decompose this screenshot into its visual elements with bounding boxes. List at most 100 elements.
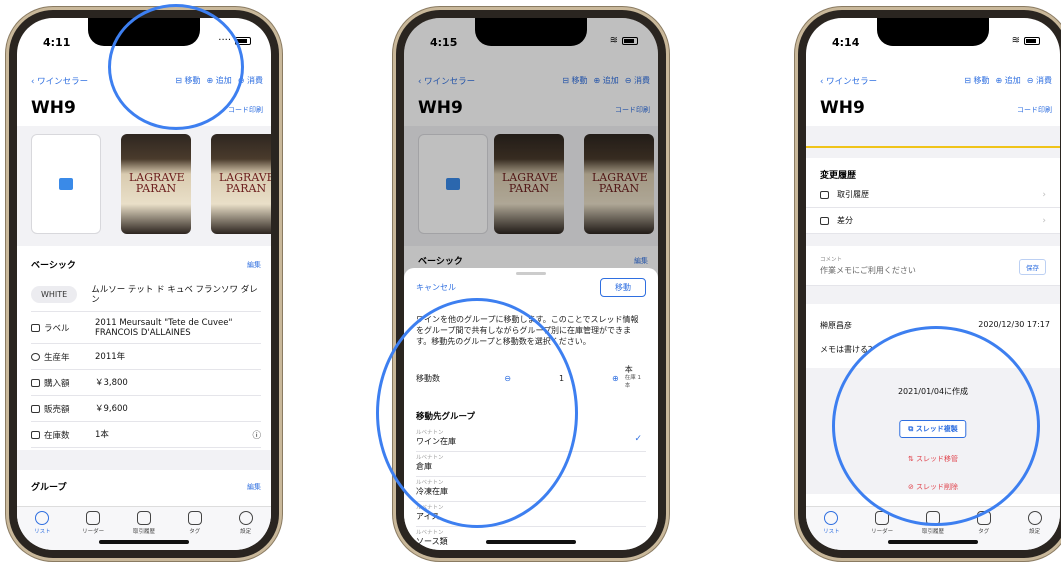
notch xyxy=(877,18,989,46)
move-thread-button[interactable]: ⇅ スレッド移管 xyxy=(806,454,1060,464)
wine-name-row: WHITE ムルソー テット ド キュベ フランソワ ダレン xyxy=(31,278,261,312)
copy-thread-button[interactable]: ⧉ スレッド複製 xyxy=(899,420,967,438)
tab-history[interactable]: 取引履歴 xyxy=(913,511,953,550)
transfer-icon: ⇅ xyxy=(907,455,917,463)
tab-reader[interactable]: リーダー xyxy=(73,511,113,550)
tab-reader[interactable]: リーダー xyxy=(862,511,902,550)
quantity-label: 移動数 xyxy=(416,373,440,383)
quantity-value: 1 xyxy=(558,373,565,383)
consume-button[interactable]: ⊖ 消費 xyxy=(1027,75,1052,86)
tag-icon xyxy=(187,511,202,525)
label-icon xyxy=(31,323,40,332)
list-icon xyxy=(824,511,839,525)
tab-history[interactable]: 取引履歴 xyxy=(124,511,164,550)
photo-icon xyxy=(59,178,73,190)
screen-1: 4:11 ···· ‹ ワインセラー ⊟ 移動 ⊕ 追加 ⊖ 消費 WH9 コー… xyxy=(17,18,271,550)
tray-icon xyxy=(925,511,940,525)
destination-header: 移動先グループ xyxy=(416,412,475,422)
history-header: 変更履歴 xyxy=(820,171,857,181)
consume-button[interactable]: ⊖ 消費 xyxy=(238,75,263,86)
tab-tag[interactable]: タグ xyxy=(964,511,1004,550)
basic-header: ベーシック xyxy=(31,261,76,271)
comment-input[interactable]: 作業メモにご利用ください xyxy=(820,265,916,276)
more-icon xyxy=(1027,511,1042,525)
label-row: ラベル 2011 Meursault "Tete de Cuvee" FRANCO… xyxy=(31,312,261,344)
destination-item[interactable]: ルベナトン アイス xyxy=(416,503,646,527)
clock-icon xyxy=(31,352,40,361)
move-button[interactable]: ⊟ 移動 xyxy=(175,75,200,86)
tab-settings[interactable]: 設定 xyxy=(1015,511,1055,550)
decrement-button[interactable]: ⊖ xyxy=(504,374,511,383)
tray-icon xyxy=(820,190,829,199)
move-button[interactable]: ⊟ 移動 xyxy=(964,75,989,86)
home-indicator xyxy=(888,540,978,544)
back-button[interactable]: ‹ ワインセラー xyxy=(820,75,877,87)
battery-icon xyxy=(1024,36,1040,45)
comment-box[interactable]: コメント 作業メモにご利用ください 保存 xyxy=(806,246,1060,286)
nav-bar: ‹ ワインセラー ⊟ 移動 ⊕ 追加 ⊖ 消費 xyxy=(17,72,271,92)
home-indicator xyxy=(486,540,576,544)
page-title: WH9 xyxy=(31,98,76,118)
wine-name: ムルソー テット ド キュベ フランソワ ダレン xyxy=(91,284,258,305)
clock: 4:14 xyxy=(832,36,860,49)
delete-icon: ⊘ xyxy=(907,483,917,491)
print-code-button[interactable]: コード印刷 xyxy=(1017,105,1052,115)
stock-note: 在庫 1本 xyxy=(624,375,641,389)
quantity-row: 移動数 ⊖ 1 ⊕ 本 在庫 1本 xyxy=(416,366,646,390)
destination-item[interactable]: ルベナトン ソース類 xyxy=(416,528,646,550)
stock-row: 在庫数 1本 ⓘ xyxy=(31,422,261,448)
move-description: ワインを他のグループに移動します。このことでスレッド情報をグループ間で共有しなが… xyxy=(416,315,639,346)
clock: 4:15 xyxy=(430,36,458,49)
destination-item[interactable]: ルベナトン ワイン在庫 ✓ xyxy=(416,428,646,452)
checkmark-icon: ✓ xyxy=(634,434,642,444)
tab-tag[interactable]: タグ xyxy=(175,511,215,550)
box-icon xyxy=(31,430,40,439)
destination-item[interactable]: ルベナトン 冷凍在庫 xyxy=(416,478,646,502)
increment-button[interactable]: ⊕ xyxy=(612,374,619,383)
wallet-icon xyxy=(31,378,40,387)
delete-thread-button[interactable]: ⊘ スレッド削除 xyxy=(806,482,1060,492)
wifi-icon: ≋ xyxy=(1011,35,1020,46)
comment-label: コメント xyxy=(820,257,843,263)
edit-basic-button[interactable]: 編集 xyxy=(247,260,261,270)
transaction-history-row[interactable]: 取引履歴 › xyxy=(806,182,1060,208)
wine-photo[interactable]: LAGRAVE PARAN xyxy=(121,134,191,234)
confirm-move-button[interactable]: 移動 xyxy=(600,278,646,297)
tab-list[interactable]: リスト xyxy=(811,511,851,550)
wifi-icon: ≋ xyxy=(609,35,618,46)
notch xyxy=(475,18,587,46)
print-code-button[interactable]: コード印刷 xyxy=(228,105,263,115)
diff-row[interactable]: 差分 › xyxy=(806,208,1060,234)
back-button[interactable]: ‹ ワインセラー xyxy=(31,75,88,87)
nav-bar: ‹ ワインセラー ⊟ 移動 ⊕ 追加 ⊖ 消費 xyxy=(806,72,1060,92)
comment-author: 榊原昌彦 xyxy=(820,321,852,330)
sheet-grabber[interactable] xyxy=(516,272,546,275)
add-photo-button[interactable] xyxy=(31,134,101,234)
clock: 4:11 xyxy=(43,36,71,49)
edit-group-button[interactable]: 編集 xyxy=(247,482,261,492)
add-button[interactable]: ⊕ 追加 xyxy=(207,75,232,86)
tray-icon xyxy=(136,511,151,525)
save-button[interactable]: 保存 xyxy=(1019,259,1046,275)
cancel-button[interactable]: キャンセル xyxy=(416,282,456,293)
sale-row: 販売額 ￥9,600 xyxy=(31,396,261,422)
move-sheet: キャンセル 移動 ワインを他のグループに移動します。このことでスレッド情報をグル… xyxy=(404,268,658,550)
comment-text: メモは書ける？ xyxy=(820,345,876,354)
screen-2: 4:15 ≋ ‹ ワインセラー ⊟ 移動 ⊕ 追加 ⊖ 消費 WH9 コード印刷… xyxy=(404,18,658,550)
info-icon[interactable]: ⓘ xyxy=(252,429,261,441)
wine-photo[interactable]: LAGRAVE PARAN xyxy=(211,134,271,234)
add-button[interactable]: ⊕ 追加 xyxy=(996,75,1021,86)
wine-label-logo: LAGRAVE PARAN xyxy=(129,171,185,195)
phone-2: 4:15 ≋ ‹ ワインセラー ⊟ 移動 ⊕ 追加 ⊖ 消費 WH9 コード印刷… xyxy=(396,10,666,558)
color-badge: WHITE xyxy=(31,286,78,303)
tab-list[interactable]: リスト xyxy=(22,511,62,550)
tab-settings[interactable]: 設定 xyxy=(226,511,266,550)
created-date: 2021/01/04に作成 xyxy=(897,387,969,396)
vintage-row: 生産年 2011年 xyxy=(31,344,261,370)
destination-item[interactable]: ルベナトン 倉庫 xyxy=(416,453,646,477)
photo-strip: LAGRAVE PARAN LAGRAVE PARAN xyxy=(17,126,271,246)
signal-icon: ···· xyxy=(218,35,231,46)
wallet-icon xyxy=(31,404,40,413)
chevron-right-icon: › xyxy=(1042,215,1046,226)
comment-entry: 榊原昌彦 2020/12/30 17:17 メモは書ける？ xyxy=(806,304,1060,368)
